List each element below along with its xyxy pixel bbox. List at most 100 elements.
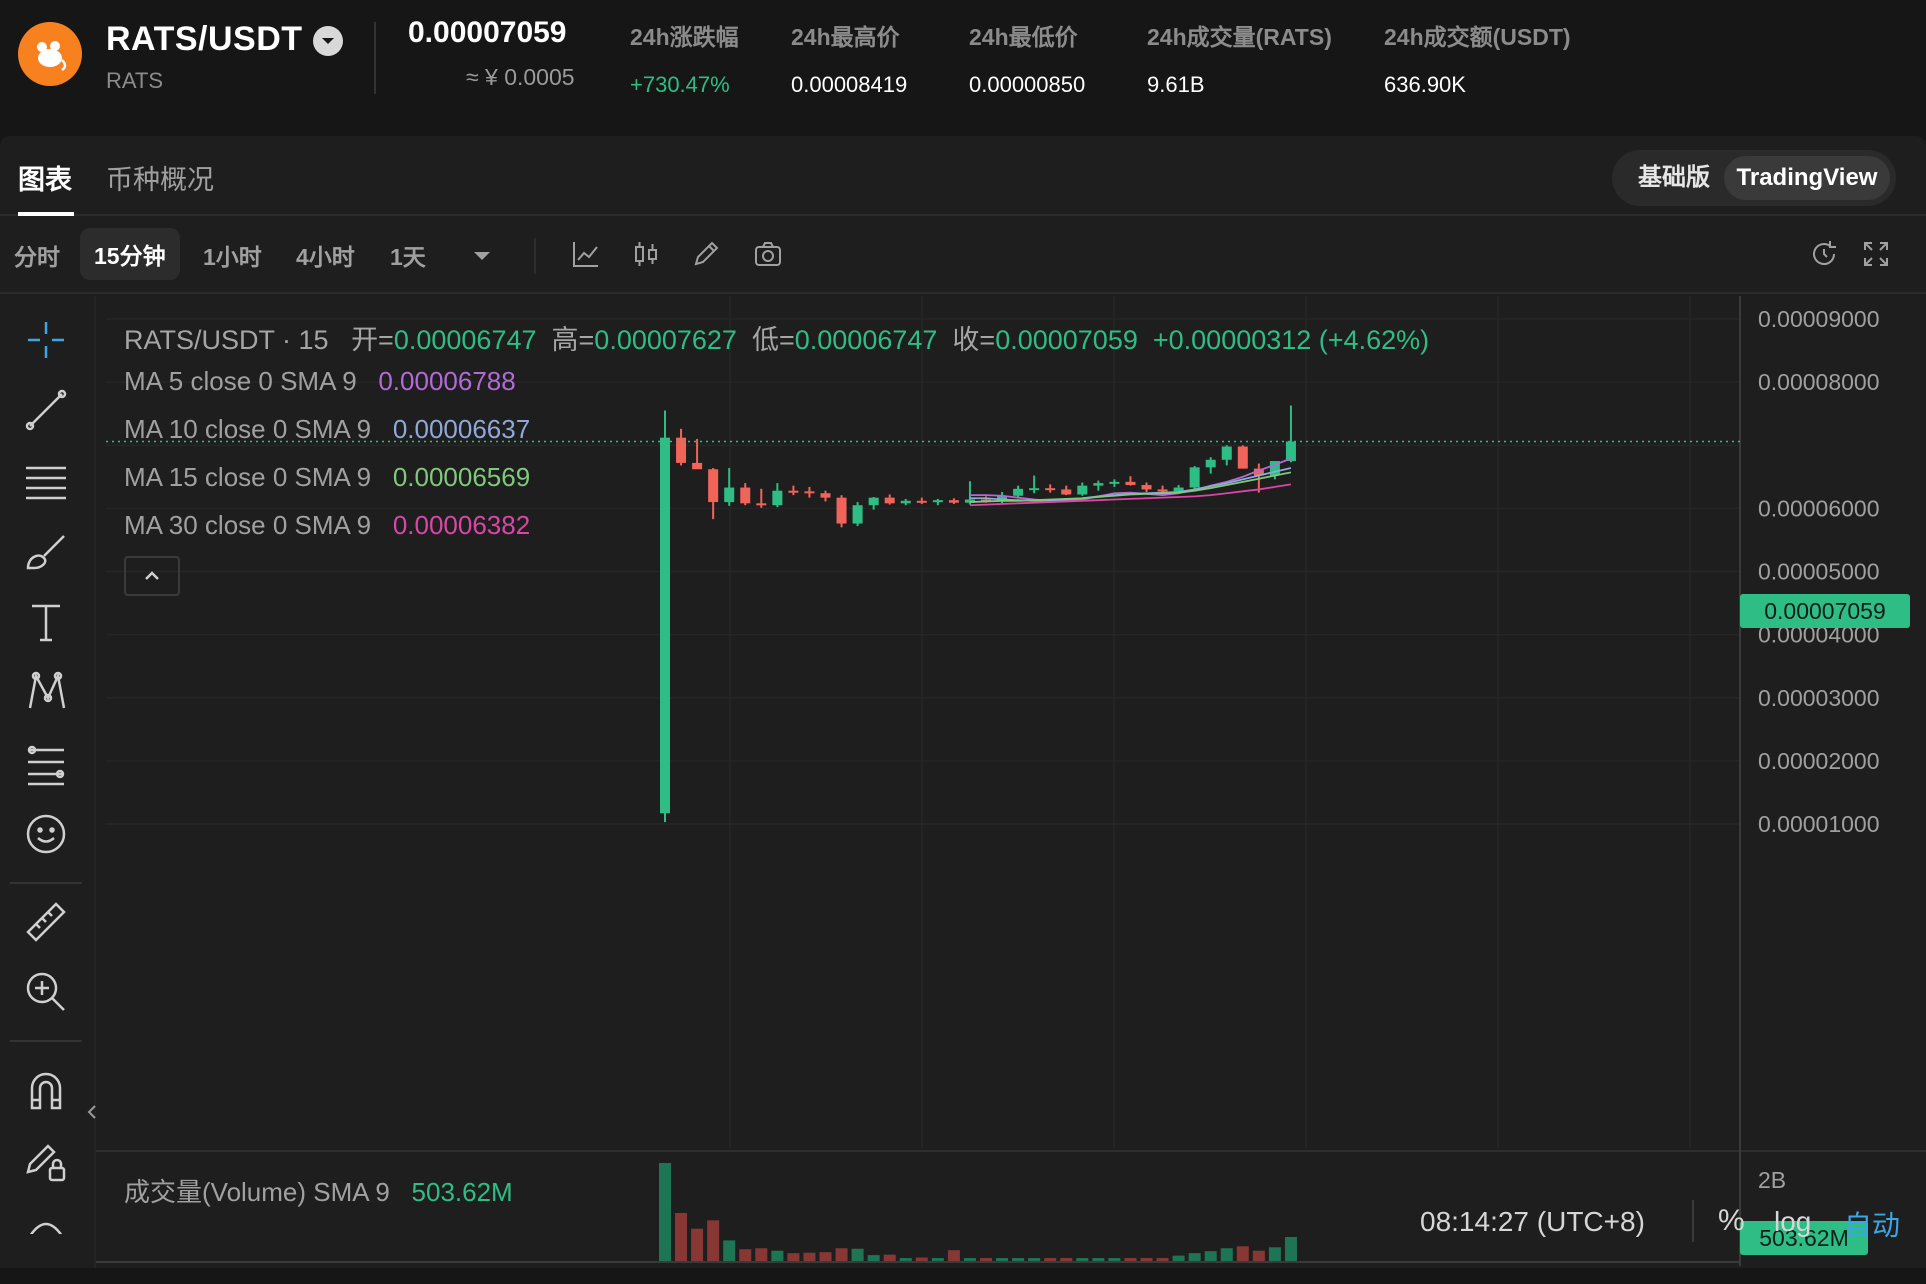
lock-drawing-icon[interactable]: [22, 1136, 70, 1184]
brush-icon[interactable]: [22, 528, 70, 576]
volume-bar: [1092, 1258, 1105, 1261]
crosshair-icon[interactable]: [22, 316, 70, 364]
basic-mode-button[interactable]: 基础版: [1622, 156, 1726, 200]
ma10-legend[interactable]: MA 10 close 0 SMA 9 0.00006637: [124, 414, 530, 445]
volume-bar: [1252, 1250, 1265, 1261]
stat-value: 636.90K: [1384, 72, 1466, 97]
timeframe-4h[interactable]: 4小时: [296, 238, 355, 272]
ma30-legend[interactable]: MA 30 close 0 SMA 9 0.00006382: [124, 510, 530, 541]
candle-body: [788, 490, 799, 493]
replay-icon[interactable]: [1808, 238, 1840, 270]
candle-body: [1141, 485, 1152, 490]
tools-divider: [10, 1040, 82, 1042]
ma-value: 0.00006788: [378, 366, 516, 396]
price-tick-label: 0.00001000: [1758, 811, 1880, 837]
volume-bar: [1028, 1258, 1041, 1261]
volume-legend[interactable]: 成交量(Volume) SMA 9 503.62M: [124, 1172, 513, 1209]
volume-bar: [1172, 1255, 1185, 1261]
ma-label: MA 30 close 0 SMA 9: [124, 510, 372, 540]
trendline-icon[interactable]: [22, 386, 70, 434]
volume-bar: [1188, 1253, 1201, 1261]
percent-scale-button[interactable]: %: [1718, 1204, 1745, 1238]
volume-bar: [691, 1228, 704, 1261]
candle-body: [1013, 488, 1024, 496]
timeframe-1h[interactable]: 1小时: [203, 238, 262, 272]
price-tick-label: 0.00005000: [1758, 559, 1880, 585]
stat-label: 24h成交额(USDT): [1384, 24, 1571, 50]
status-divider: [1692, 1200, 1694, 1242]
volume-bar: [947, 1250, 960, 1261]
volume-bar: [980, 1258, 992, 1261]
ma15-legend[interactable]: MA 15 close 0 SMA 9 0.00006569: [124, 462, 530, 493]
collapse-legend-button[interactable]: [124, 556, 180, 596]
clock[interactable]: 08:14:27 (UTC+8): [1420, 1206, 1645, 1238]
candle-body: [932, 500, 943, 503]
chart-type-icon[interactable]: [630, 238, 662, 270]
candle-body: [1109, 481, 1120, 484]
stat-change: 24h涨跌幅 +730.47%: [630, 18, 739, 98]
ma-value: 0.00006569: [392, 462, 531, 492]
price-tick-label: 0.00006000: [1758, 495, 1880, 521]
toolbar-divider: [534, 238, 536, 274]
volume-bar: [819, 1252, 832, 1261]
volume-bar: [1204, 1251, 1217, 1261]
volume-bar: [803, 1252, 816, 1261]
volume-bar: [963, 1258, 976, 1261]
screenshot-icon[interactable]: [752, 238, 784, 270]
magnet-icon[interactable]: [22, 1066, 70, 1114]
stat-volume: 24h成交量(RATS) 9.61B: [1147, 18, 1332, 98]
emoji-icon[interactable]: [22, 810, 70, 858]
ruler-icon[interactable]: [22, 898, 70, 946]
ticker-header: RATS/USDT RATS 0.00007059 ≈ ¥ 0.0005 24h…: [0, 0, 1926, 118]
pair-dropdown-icon[interactable]: [313, 26, 343, 56]
log-scale-button[interactable]: log: [1774, 1206, 1811, 1238]
candle-body: [852, 505, 863, 524]
pair-name[interactable]: RATS/USDT: [106, 20, 303, 59]
fib-icon[interactable]: [22, 458, 70, 506]
price-tick-label: 0.00008000: [1758, 369, 1880, 395]
volume-bar: [1060, 1258, 1073, 1261]
tradingview-mode-button[interactable]: TradingView: [1724, 156, 1890, 200]
timeframe-1d[interactable]: 1天: [390, 238, 426, 272]
ma-label: MA 15 close 0 SMA 9: [124, 462, 372, 492]
auto-scale-button[interactable]: 自动: [1844, 1204, 1900, 1244]
rats-logo: [18, 22, 82, 86]
volume-bar: [1140, 1258, 1153, 1261]
more-timeframes-icon[interactable]: [468, 242, 500, 274]
price-tick-label: 0.00003000: [1758, 685, 1880, 711]
volume-bar: [996, 1258, 1009, 1261]
tab-coin-overview[interactable]: 币种概况: [106, 158, 214, 197]
text-icon[interactable]: [22, 598, 70, 646]
pattern-icon[interactable]: [22, 668, 70, 716]
candle-body: [692, 462, 703, 470]
change-value: +0.00000312 (+4.62%): [1152, 325, 1430, 355]
zoom-in-icon[interactable]: [22, 968, 70, 1016]
candle-body: [1045, 488, 1056, 491]
candle-body: [1157, 489, 1168, 492]
base-asset: RATS: [106, 68, 164, 93]
high-value: 0.00007627: [594, 325, 737, 355]
indicator-icon[interactable]: [570, 238, 602, 270]
forecast-icon[interactable]: [22, 740, 70, 788]
ma5-legend[interactable]: MA 5 close 0 SMA 9 0.00006788: [124, 366, 516, 397]
tab-chart[interactable]: 图表: [18, 158, 72, 197]
volume-bar: [1156, 1258, 1169, 1261]
timeframe-line[interactable]: 分时: [14, 238, 60, 272]
timeframe-15m[interactable]: 15分钟: [80, 228, 180, 280]
fullscreen-icon[interactable]: [1860, 238, 1892, 270]
draw-icon[interactable]: [690, 238, 722, 270]
symbol-interval: RATS/USDT · 15: [124, 325, 329, 355]
stat-label: 24h成交量(RATS): [1147, 24, 1332, 50]
close-label: 收=: [952, 325, 996, 355]
candle-body: [868, 497, 879, 506]
volume-bar: [723, 1240, 736, 1261]
tab-underline: [18, 212, 74, 216]
visibility-icon[interactable]: [22, 1206, 70, 1234]
price-tick-label: 0.00009000: [1758, 306, 1880, 332]
candle-body: [948, 500, 959, 503]
tradingview-chart[interactable]: 0.00009000 0.00008000 0.00006000 0.00005000…: [96, 296, 1926, 1266]
candle-body: [836, 497, 847, 524]
ma-label: MA 5 close 0 SMA 9: [124, 366, 357, 396]
volume-bar: [883, 1254, 896, 1261]
low-value: 0.00006747: [794, 325, 938, 355]
